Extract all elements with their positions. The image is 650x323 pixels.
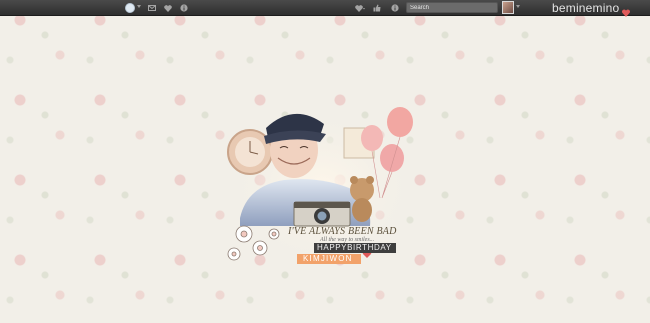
chevron-down-icon[interactable]	[516, 5, 520, 8]
headline-text: I'VE ALWAYS BEEN BAD	[288, 226, 397, 237]
info-icon[interactable]	[390, 3, 400, 13]
birthday-banner: HAPPYBIRTHDAY	[314, 243, 396, 253]
info-icon[interactable]	[179, 3, 189, 13]
heart-icon[interactable]	[163, 3, 173, 13]
top-bar: beminemino	[0, 0, 650, 17]
mail-icon[interactable]	[147, 3, 157, 13]
balloon-illustration	[387, 107, 413, 137]
avatar[interactable]	[502, 1, 514, 14]
name-banner: KIMJIWON	[297, 254, 361, 264]
balloon-illustration	[361, 125, 383, 151]
heart-icon[interactable]	[621, 4, 631, 17]
thumbs-up-icon[interactable]	[372, 3, 382, 13]
balloon-illustration	[380, 144, 404, 172]
dashboard-icon[interactable]	[125, 3, 135, 13]
chevron-down-icon[interactable]	[137, 5, 141, 8]
heart-caret-icon[interactable]	[355, 3, 365, 13]
search-input[interactable]	[406, 2, 498, 13]
blog-title[interactable]: beminemino	[552, 1, 619, 15]
